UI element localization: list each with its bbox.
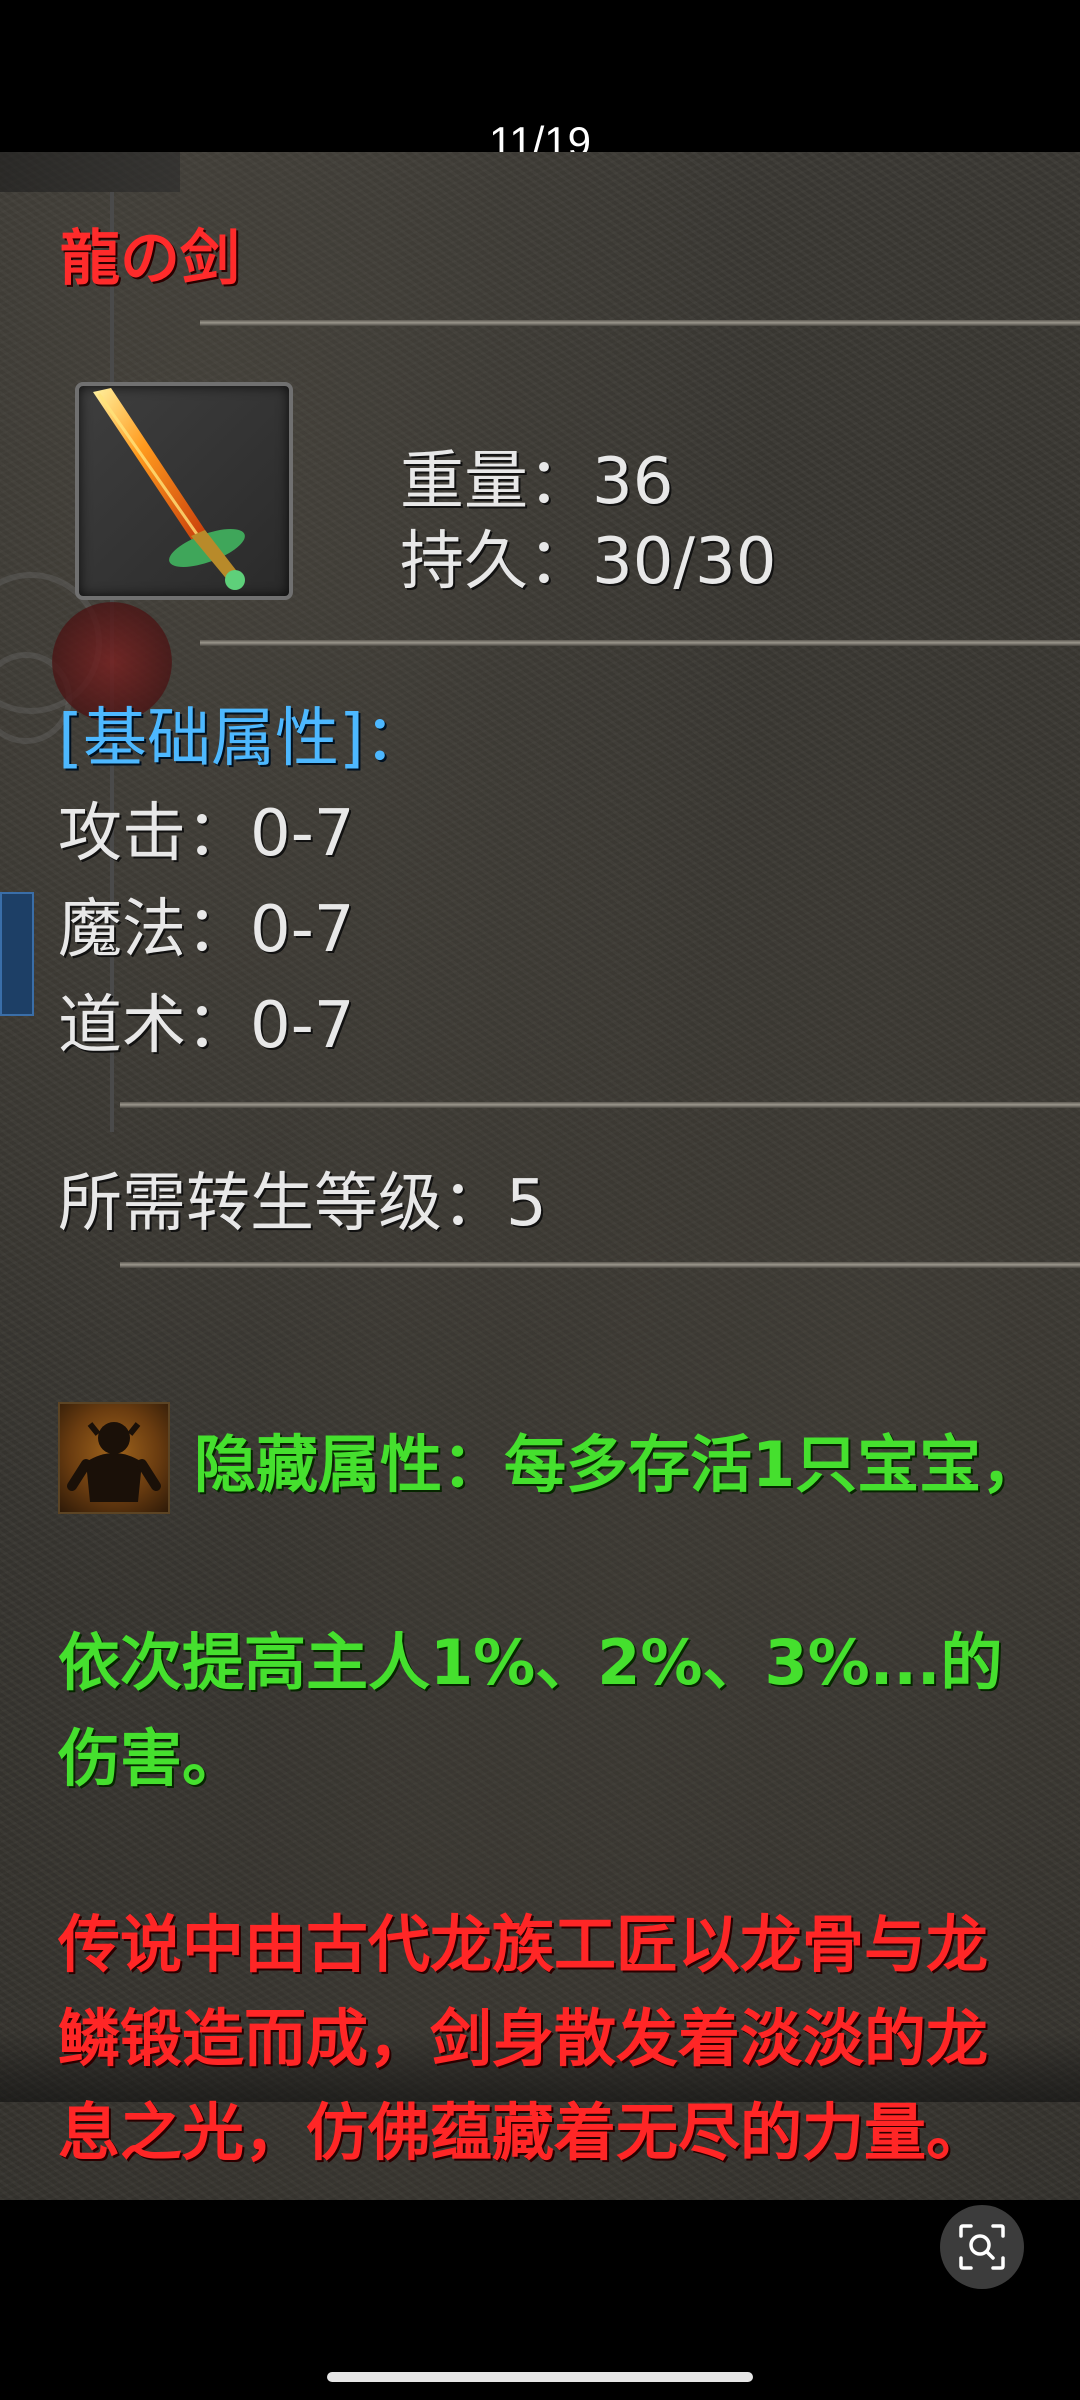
hidden-attribute-line-2: 依次提高主人1%、2%、3%...的 (58, 1626, 1003, 1699)
lore-line-2: 鳞锻造而成，剑身散发着淡淡的龙 (58, 2002, 989, 2075)
weight-stat: 重量：36 (400, 445, 674, 519)
magic-stat: 魔法：0-7 (58, 893, 355, 967)
durability-stat: 持久：30/30 (400, 525, 777, 599)
scan-search-icon (959, 2224, 1005, 2270)
lore-line-3: 息之光，仿佛蕴藏着无尽的力量。 (58, 2096, 989, 2169)
image-viewer: 11/19 龍の剑 重量：36 持久：30/30 [基础属性]： 攻击：0-7 … (0, 0, 1080, 2400)
attack-stat: 攻击：0-7 (58, 797, 355, 871)
scan-search-button[interactable] (940, 2205, 1024, 2289)
rebirth-level-requirement: 所需转生等级：5 (58, 1167, 547, 1241)
lore-line-1: 传说中由古代龙族工匠以龙骨与龙 (58, 1908, 989, 1981)
base-attributes-header: [基础属性]： (58, 702, 428, 776)
divider (120, 1102, 1080, 1108)
frame-top-bar (0, 152, 180, 192)
dragon-sword-icon (75, 382, 293, 600)
divider (200, 320, 1080, 326)
taoism-stat: 道术：0-7 (58, 989, 355, 1063)
divider (120, 1262, 1080, 1268)
item-tooltip-screenshot: 龍の剑 重量：36 持久：30/30 [基础属性]： 攻击：0-7 魔法：0-7… (0, 152, 1080, 2200)
home-indicator[interactable] (327, 2372, 753, 2382)
side-tab (0, 892, 34, 1016)
pet-monster-icon (58, 1402, 170, 1514)
hidden-attribute-line-3: 伤害。 (58, 1722, 245, 1795)
divider (200, 640, 1080, 646)
hidden-attribute-line-1: 隐藏属性：每多存活1只宝宝， (194, 1428, 1044, 1501)
item-name: 龍の剑 (60, 224, 240, 294)
